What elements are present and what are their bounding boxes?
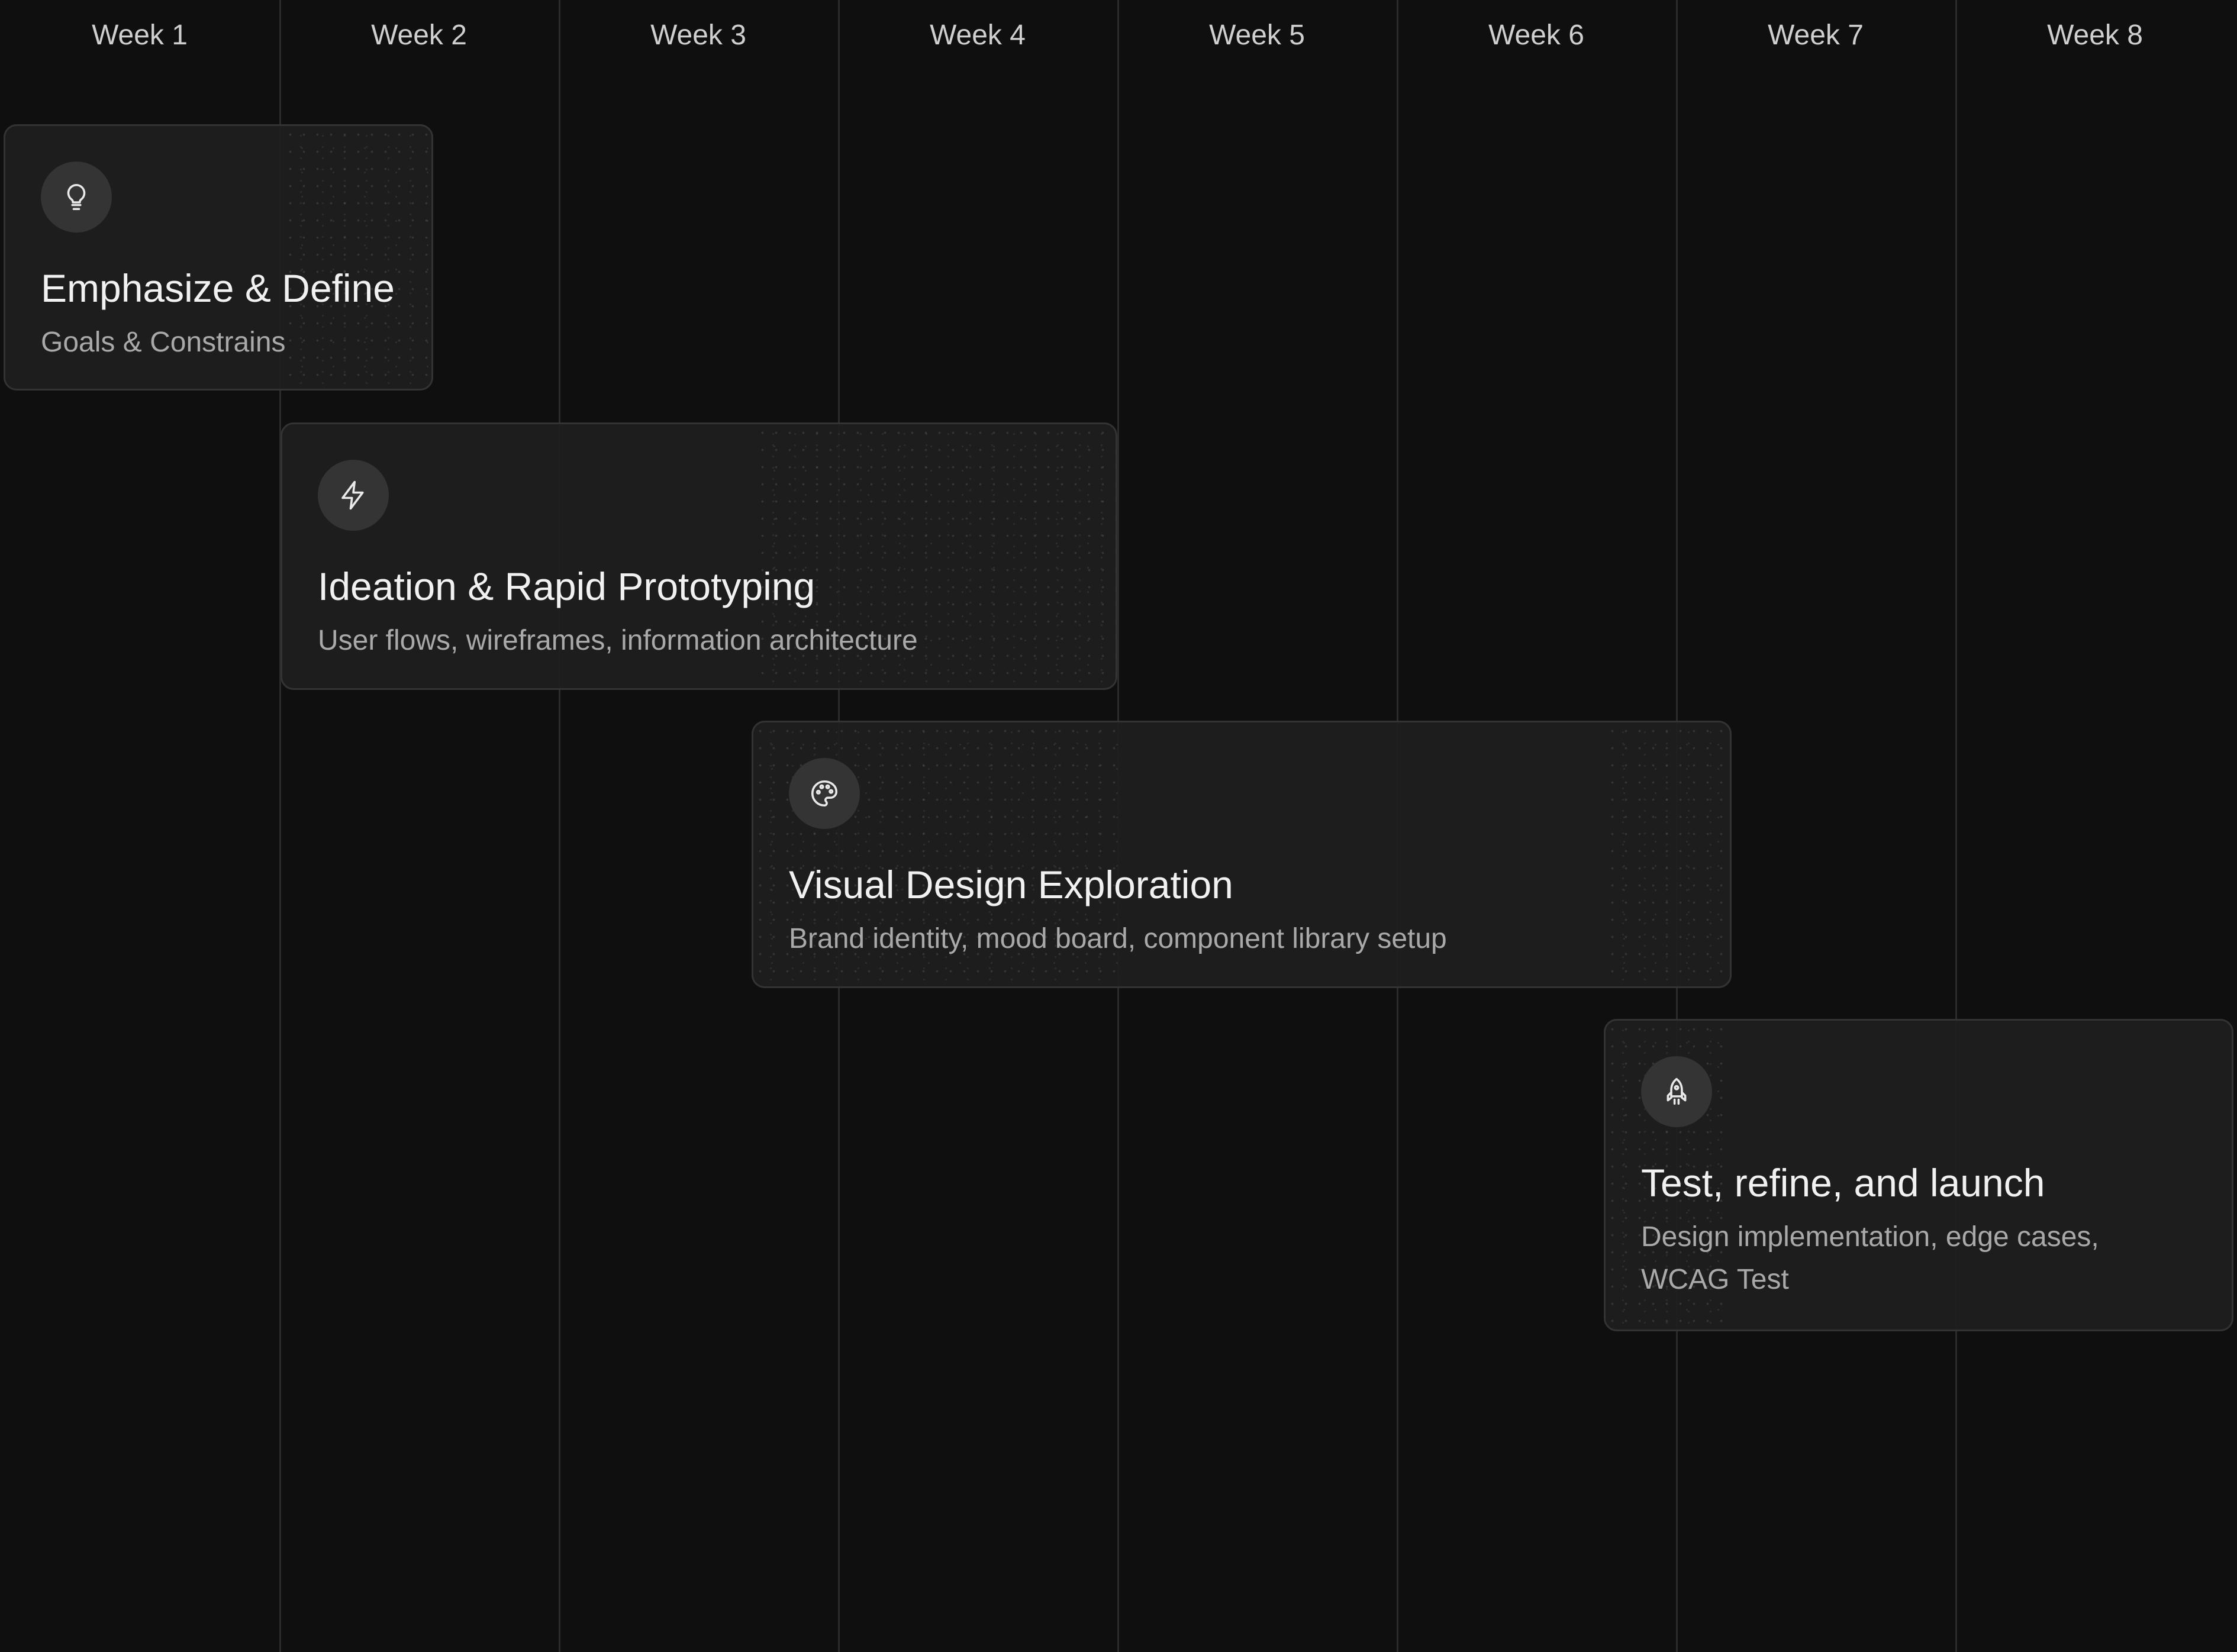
phase-card-emphasize-define[interactable]: Emphasize & Define Goals & Constrains — [4, 124, 433, 391]
phase-description: Goals & Constrains — [41, 327, 286, 358]
phase-card-visual-design[interactable]: Visual Design Exploration Brand identity… — [752, 721, 1732, 988]
phase-card-test-launch[interactable]: Test, refine, and launch Design implemen… — [1604, 1019, 2233, 1331]
week-divider — [1955, 0, 1957, 1652]
timeline-board: Week 1 Week 2 Week 3 Week 4 Week 5 Week … — [0, 0, 2237, 1652]
rocket-icon — [1641, 1056, 1712, 1127]
week-label-6: Week 6 — [1488, 20, 1584, 51]
phase-description: User flows, wireframes, information arch… — [318, 625, 918, 656]
phase-description: Brand identity, mood board, component li… — [789, 923, 1447, 954]
week-label-4: Week 4 — [930, 20, 1026, 51]
week-label-8: Week 8 — [2047, 20, 2143, 51]
week-label-1: Week 1 — [92, 20, 188, 51]
phase-title: Ideation & Rapid Prototyping — [318, 564, 815, 608]
phase-card-ideation-prototyping[interactable]: Ideation & Rapid Prototyping User flows,… — [281, 422, 1117, 690]
lightning-bolt-icon — [318, 460, 389, 531]
week-divider — [559, 0, 560, 1652]
palette-icon — [789, 758, 860, 829]
week-label-5: Week 5 — [1209, 20, 1305, 51]
lightbulb-icon — [41, 162, 112, 233]
phase-description: Design implementation, edge cases, WCAG … — [1641, 1221, 2099, 1295]
phase-title: Emphasize & Define — [41, 266, 395, 310]
week-label-7: Week 7 — [1768, 20, 1864, 51]
phase-title: Test, refine, and launch — [1641, 1161, 2045, 1205]
week-label-2: Week 2 — [371, 20, 467, 51]
phase-title: Visual Design Exploration — [789, 863, 1233, 906]
week-label-3: Week 3 — [650, 20, 746, 51]
